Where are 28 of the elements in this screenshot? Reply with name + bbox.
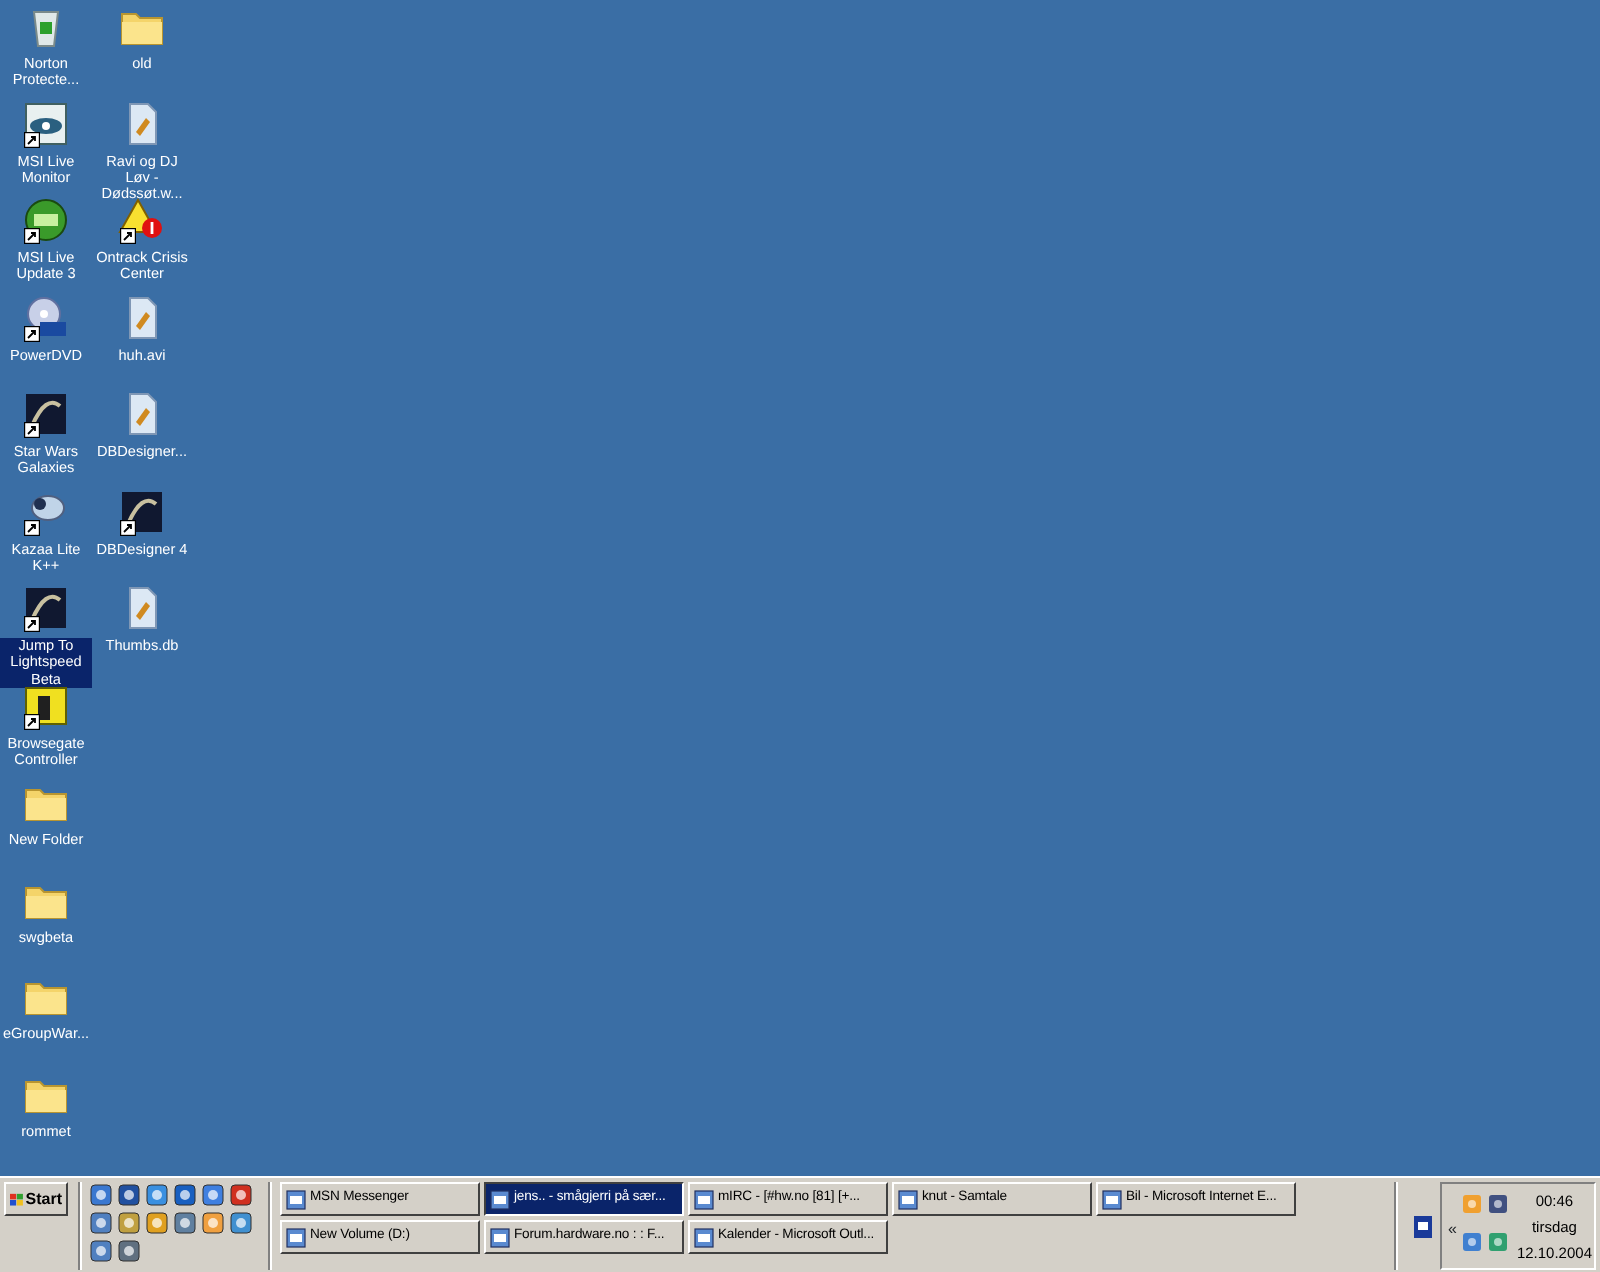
expand-tray-button[interactable]: « (1448, 1218, 1457, 1264)
start-button[interactable]: Start (4, 1182, 68, 1216)
windows-logo-icon (10, 1189, 24, 1209)
quick-launch-icon[interactable] (118, 1240, 140, 1263)
quick-launch-icon[interactable] (230, 1184, 252, 1207)
quick-launch-icon[interactable] (90, 1184, 112, 1207)
quick-launch-icon[interactable] (90, 1240, 112, 1263)
app-icon (898, 1189, 918, 1209)
app-icon[interactable] (22, 584, 70, 632)
app-icon[interactable] (22, 99, 70, 147)
quick-launch-icon[interactable] (118, 1184, 140, 1207)
tray-icon[interactable] (1488, 1194, 1509, 1214)
quick-launch-icon[interactable] (90, 1212, 112, 1235)
quick-launch-icon[interactable] (174, 1184, 196, 1207)
tray-icon[interactable] (1462, 1232, 1483, 1252)
quick-launch-icon[interactable] (174, 1212, 196, 1235)
quick-launch-icon[interactable] (202, 1212, 224, 1235)
quick-launch-icon[interactable] (146, 1184, 168, 1207)
app-icon[interactable] (22, 293, 70, 341)
app-icon[interactable] (22, 681, 70, 729)
quick-launch-icon[interactable] (202, 1184, 224, 1207)
app-icon[interactable] (1414, 1216, 1432, 1239)
quick-launch-icon[interactable] (146, 1212, 168, 1235)
app-icon (1102, 1189, 1122, 1209)
app-icon[interactable] (22, 390, 70, 438)
app-icon[interactable] (118, 487, 166, 535)
quick-launch-icon[interactable] (118, 1212, 140, 1235)
quick-launch-icon[interactable] (230, 1212, 252, 1235)
